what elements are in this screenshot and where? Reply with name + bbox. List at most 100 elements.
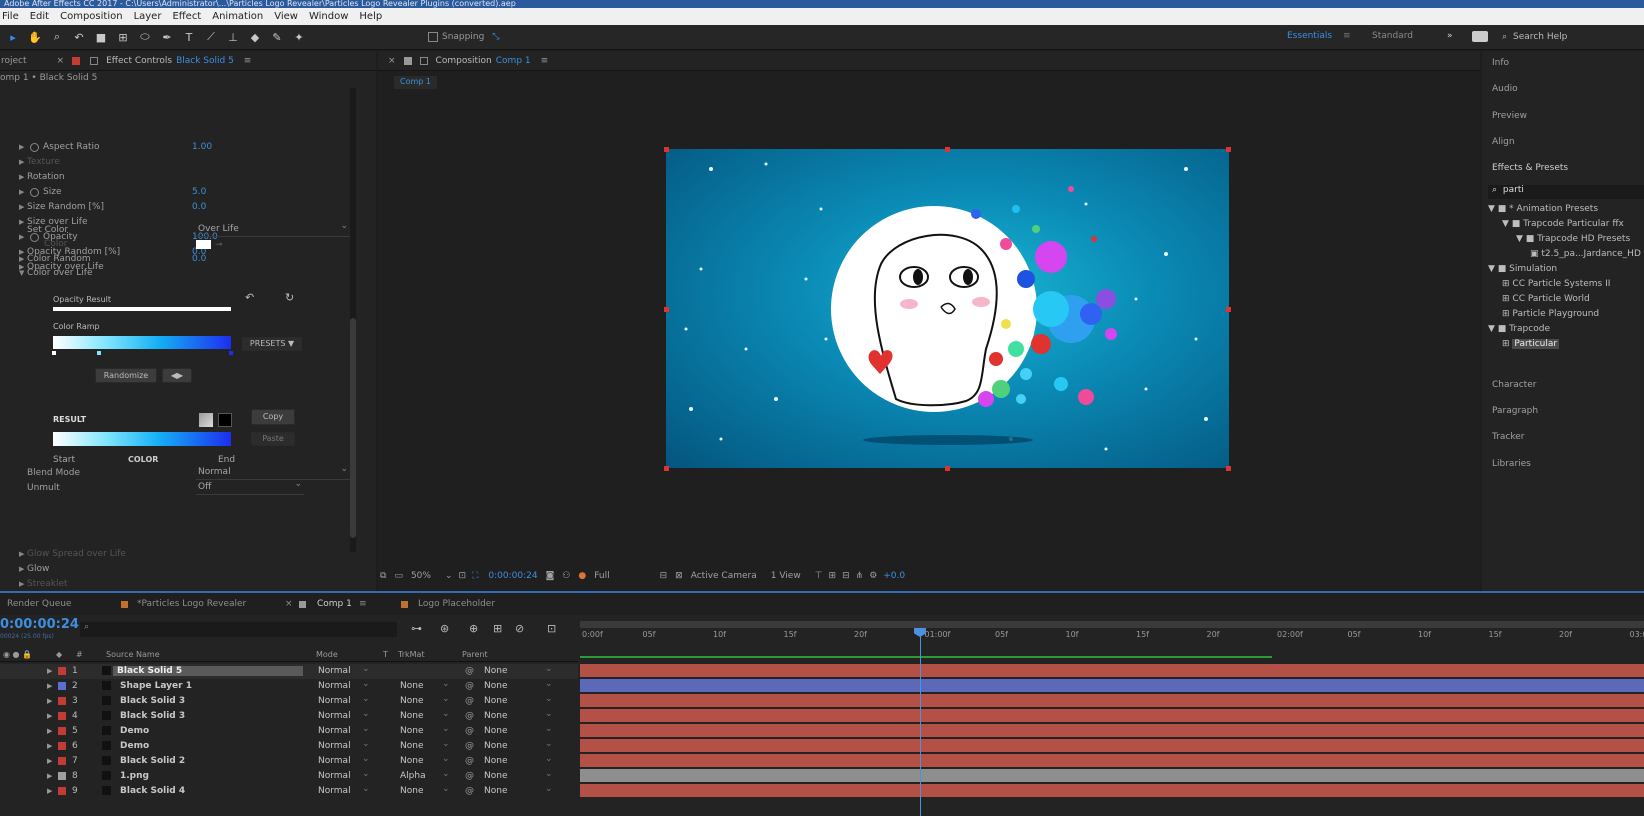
layer-duration-bar[interactable] bbox=[580, 769, 1644, 783]
layer-mode-dropdown[interactable]: Normal bbox=[318, 666, 351, 676]
layer-row[interactable]: ▶ 7 Black Solid 2 Normal ⌄ None ⌄ @ None ⌄ bbox=[0, 754, 578, 769]
layer-duration-bar[interactable] bbox=[580, 709, 1644, 723]
layer-duration-bar[interactable] bbox=[580, 679, 1644, 693]
type-tool-icon[interactable]: T bbox=[180, 28, 198, 46]
set-color-dropdown[interactable]: Over Life bbox=[196, 221, 350, 237]
reset-exposure-icon[interactable]: ⚙ bbox=[869, 571, 877, 581]
roto-brush-tool-icon[interactable]: ✎ bbox=[268, 28, 286, 46]
paste-button[interactable]: Paste bbox=[251, 432, 295, 446]
effects-tree-item[interactable]: ⊞ CC Particle Systems II bbox=[1502, 279, 1610, 289]
layer-trkmat-dropdown[interactable]: Alpha bbox=[400, 771, 426, 781]
pen-tool-icon[interactable]: ✒ bbox=[158, 28, 176, 46]
effects-search-input[interactable]: ⌕ parti bbox=[1488, 185, 1644, 199]
black-preview-icon[interactable] bbox=[218, 413, 232, 427]
layer-row[interactable]: ▶ 1 Black Solid 5 Normal ⌄ @ None ⌄ bbox=[0, 664, 578, 679]
layer-parent-dropdown[interactable]: None bbox=[484, 741, 507, 751]
layer-mode-dropdown[interactable]: Normal bbox=[318, 726, 351, 736]
layer-mode-dropdown[interactable]: Normal bbox=[318, 696, 351, 706]
twirl-icon[interactable]: ▶ bbox=[47, 712, 52, 720]
monitor-icon[interactable]: ▭ bbox=[394, 571, 403, 581]
menu-effect[interactable]: Effect bbox=[172, 11, 201, 22]
transform-handle[interactable] bbox=[664, 466, 669, 471]
tracker-panel-tab[interactable]: Tracker bbox=[1492, 432, 1524, 442]
draft-3d-icon[interactable]: ⊛ bbox=[440, 622, 449, 635]
snapping-checkbox[interactable] bbox=[428, 32, 438, 42]
show-snapshot-icon[interactable]: ⚇ bbox=[562, 571, 570, 581]
snapping-toggle[interactable]: Snapping ⤡ bbox=[428, 32, 499, 42]
camera-dropdown[interactable]: Active Camera bbox=[691, 571, 757, 581]
twirl-icon[interactable]: ▶ bbox=[19, 173, 24, 181]
reset-icon[interactable]: ↻ bbox=[285, 291, 294, 304]
layer-row[interactable]: ▶ 4 Black Solid 3 Normal ⌄ None ⌄ @ None ⌄ bbox=[0, 709, 578, 724]
pick-whip-icon[interactable]: @ bbox=[465, 786, 474, 796]
color-swatch[interactable] bbox=[196, 240, 211, 249]
twirl-icon[interactable]: ▶ bbox=[19, 550, 24, 558]
layer-duration-bar[interactable] bbox=[580, 694, 1644, 708]
layer-parent-dropdown[interactable]: None bbox=[484, 756, 507, 766]
effect-controls-layer-name[interactable]: Black Solid 5 bbox=[176, 56, 234, 66]
twirl-icon[interactable]: ▶ bbox=[47, 757, 52, 765]
layer-mode-dropdown[interactable]: Normal bbox=[318, 756, 351, 766]
menu-view[interactable]: View bbox=[274, 11, 298, 22]
comp-subtab[interactable]: Comp 1 bbox=[394, 76, 437, 89]
col-source-name[interactable]: Source Name bbox=[106, 650, 160, 659]
ramp-stop-end[interactable] bbox=[229, 351, 233, 355]
panel-menu-icon[interactable]: ≡ bbox=[244, 56, 252, 66]
checker-preview-icon[interactable] bbox=[199, 413, 213, 427]
transform-handle[interactable] bbox=[1226, 466, 1231, 471]
snap-icon[interactable]: ⤡ bbox=[492, 32, 499, 42]
layer-trkmat-dropdown[interactable]: None bbox=[400, 726, 423, 736]
zoom-dropdown[interactable]: 50% bbox=[411, 571, 431, 581]
region-of-interest-icon[interactable]: ⛶ bbox=[472, 571, 478, 581]
info-panel-tab[interactable]: Info bbox=[1492, 58, 1509, 68]
twirl-icon[interactable]: ▶ bbox=[47, 697, 52, 705]
preview-panel-tab[interactable]: Preview bbox=[1492, 111, 1527, 121]
stopwatch-icon[interactable] bbox=[30, 143, 39, 152]
layer-name[interactable]: Black Solid 4 bbox=[120, 786, 185, 796]
workspace-menu-icon[interactable]: ≡ bbox=[1343, 31, 1351, 41]
twirl-icon[interactable]: ▶ bbox=[19, 255, 24, 263]
panel-menu-icon[interactable]: ≡ bbox=[541, 56, 549, 66]
layer-label-color[interactable] bbox=[58, 787, 66, 795]
ellipse-tool-icon[interactable]: ⬭ bbox=[136, 28, 154, 46]
twirl-icon[interactable]: ▶ bbox=[19, 143, 24, 151]
always-preview-icon[interactable]: ⧉ bbox=[380, 571, 386, 581]
close-tab-icon[interactable]: × bbox=[57, 56, 65, 66]
puppet-pin-tool-icon[interactable]: ✦ bbox=[290, 28, 308, 46]
twirl-icon[interactable]: ▶ bbox=[19, 203, 24, 211]
effect-group-row[interactable]: ▶ Streaklet bbox=[0, 578, 350, 592]
menu-window[interactable]: Window bbox=[309, 11, 348, 22]
shy-layers-icon[interactable]: ⊕ bbox=[469, 622, 478, 635]
effects-tree-item[interactable]: ▼ ■ Simulation bbox=[1488, 264, 1557, 274]
layer-name[interactable]: Black Solid 3 bbox=[120, 711, 185, 721]
effect-controls-tab[interactable]: Effect Controls bbox=[106, 56, 172, 66]
effects-tree-item[interactable]: ⊞ Particular bbox=[1502, 339, 1560, 349]
toggle-pixel-aspect-icon[interactable]: ⊤ bbox=[815, 571, 823, 581]
layer-row[interactable]: ▶ 5 Demo Normal ⌄ None ⌄ @ None ⌄ bbox=[0, 724, 578, 739]
menu-layer[interactable]: Layer bbox=[134, 11, 162, 22]
pan-behind-tool-icon[interactable]: ⊞ bbox=[114, 28, 132, 46]
twirl-icon[interactable]: ▶ bbox=[47, 667, 52, 675]
viewer-timecode[interactable]: 0:00:00:24 bbox=[488, 571, 537, 581]
layer-row[interactable]: ▶ 9 Black Solid 4 Normal ⌄ None ⌄ @ None ⌄ bbox=[0, 784, 578, 799]
audio-panel-tab[interactable]: Audio bbox=[1492, 84, 1518, 94]
layer-name[interactable]: Black Solid 3 bbox=[120, 696, 185, 706]
layer-trkmat-dropdown[interactable]: None bbox=[400, 711, 423, 721]
layer-parent-dropdown[interactable]: None bbox=[484, 786, 507, 796]
twirl-icon[interactable]: ▶ bbox=[19, 188, 24, 196]
composition-tab-comp-name[interactable]: Comp 1 bbox=[496, 56, 531, 66]
layer-duration-bar[interactable] bbox=[580, 754, 1644, 768]
twirl-icon[interactable]: ▶ bbox=[47, 682, 52, 690]
twirl-icon[interactable]: ▶ bbox=[19, 158, 24, 166]
layer-trkmat-dropdown[interactable]: None bbox=[400, 696, 423, 706]
workspace-essentials[interactable]: Essentials bbox=[1287, 31, 1332, 41]
effects-tree-item[interactable]: ▣ t2.5_pa...Jardance_HD bbox=[1530, 249, 1641, 259]
graph-editor-icon[interactable]: ⊡ bbox=[547, 622, 556, 635]
layer-parent-dropdown[interactable]: None bbox=[484, 771, 507, 781]
paragraph-panel-tab[interactable]: Paragraph bbox=[1492, 406, 1538, 416]
twirl-open-icon[interactable]: ▼ bbox=[19, 269, 24, 277]
layer-duration-bar[interactable] bbox=[580, 664, 1644, 678]
layer-mode-dropdown[interactable]: Normal bbox=[318, 786, 351, 796]
presets-button[interactable]: PRESETS ▼ bbox=[242, 337, 302, 351]
lock-tab-icon[interactable] bbox=[90, 56, 99, 65]
